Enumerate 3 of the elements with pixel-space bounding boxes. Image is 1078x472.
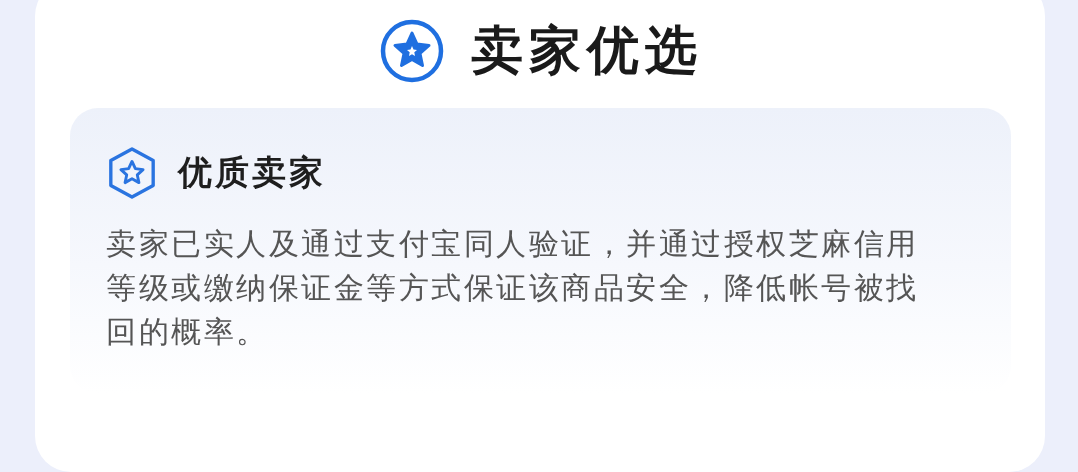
feature-title: 优质卖家 xyxy=(178,151,326,194)
feature-description: 卖家已实人及通过支付宝同人验证，并通过授权芝麻信用等级或缴纳保证金等方式保证该商品安全，降低帐号被找回的概率。 xyxy=(106,225,920,351)
card-title: 卖家优选 xyxy=(470,19,703,82)
